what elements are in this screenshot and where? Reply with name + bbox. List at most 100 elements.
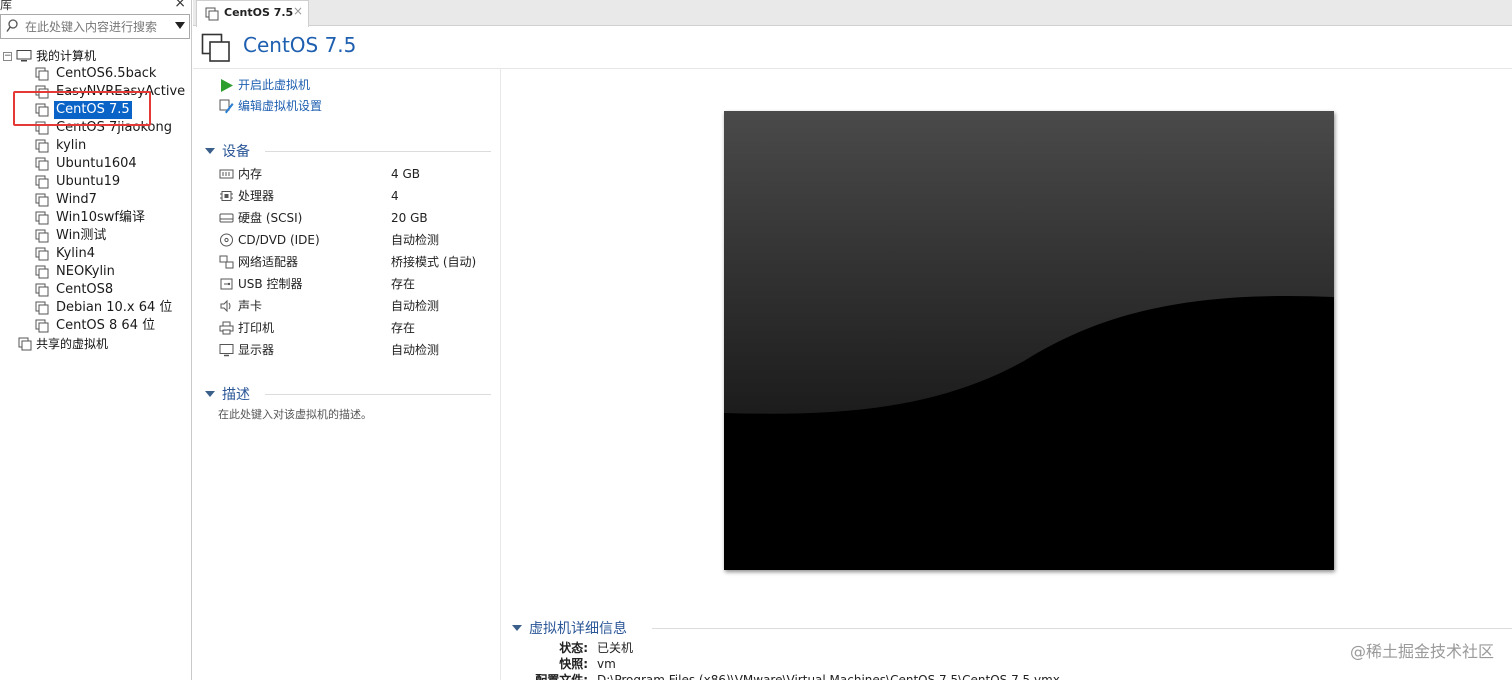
- tree-shared-label: 共享的虚拟机: [36, 337, 109, 351]
- thumbnail-graphic: [724, 111, 1334, 570]
- device-value: 自动检测: [391, 299, 440, 313]
- vm-icon: [35, 139, 49, 153]
- play-icon: [221, 79, 233, 92]
- tree-shared-vms[interactable]: 共享的虚拟机: [0, 335, 190, 353]
- detail-config-key: 配置文件:: [535, 673, 588, 680]
- device-row[interactable]: CD/DVD (IDE) 自动检测: [219, 230, 489, 250]
- vm-icon: [35, 67, 49, 81]
- description-placeholder[interactable]: 在此处键入对该虚拟机的描述。: [218, 406, 372, 422]
- vm-tree-label: NEOKylin: [56, 264, 115, 279]
- vm-tab-icon: [205, 7, 219, 21]
- collapse-toggle-icon[interactable]: −: [3, 52, 12, 61]
- device-row[interactable]: 网络适配器 桥接模式 (自动): [219, 252, 489, 272]
- shared-vm-icon: [18, 337, 32, 351]
- devices-section-header[interactable]: 设备: [205, 141, 495, 161]
- tab-bar: CentOS 7.5 ×: [193, 0, 1512, 27]
- cd-icon: [220, 233, 233, 247]
- description-section-label: 描述: [222, 387, 250, 403]
- device-row[interactable]: 硬盘 (SCSI) 20 GB: [219, 208, 489, 228]
- vm-tree-label: Win10swf编译: [56, 210, 145, 225]
- vm-tree-item[interactable]: Ubuntu1604: [0, 155, 190, 173]
- device-row[interactable]: 声卡 自动检测: [219, 296, 489, 316]
- vm-tree-label: kylin: [56, 138, 87, 153]
- device-value: 4 GB: [391, 167, 420, 181]
- library-title: 库: [0, 0, 13, 12]
- vm-icon: [35, 283, 49, 297]
- collapse-arrow-icon[interactable]: [512, 625, 522, 631]
- search-dropdown-icon[interactable]: [175, 22, 185, 29]
- device-value: 存在: [391, 277, 416, 291]
- vm-tree-label: Ubuntu19: [56, 174, 121, 189]
- device-row[interactable]: 显示器 自动检测: [219, 340, 489, 360]
- vm-icon: [35, 211, 49, 225]
- vm-icon: [35, 175, 49, 189]
- library-panel: 库 × − 我的计算机 CentOS6.5backEasyNVREasyActi…: [0, 0, 192, 680]
- vm-tree-item[interactable]: Ubuntu19: [0, 173, 190, 191]
- vm-icon: [35, 247, 49, 261]
- vm-icon: [35, 319, 49, 333]
- collapse-arrow-icon[interactable]: [205, 391, 215, 397]
- vm-tree-label: Kylin4: [56, 246, 96, 261]
- library-search-box[interactable]: [0, 14, 190, 39]
- vm-tree-label: Win测试: [56, 228, 107, 243]
- vm-preview-pane: 虚拟机详细信息 状态: 已关机 快照: vm 配置文件: D:\Program …: [502, 69, 1512, 680]
- library-search-input[interactable]: [25, 18, 170, 36]
- tree-root-my-computer[interactable]: − 我的计算机: [0, 47, 190, 65]
- vm-tree-item[interactable]: Kylin4: [0, 245, 190, 263]
- description-section-header[interactable]: 描述: [205, 384, 495, 404]
- vm-tree-label: CentOS 8 64 位: [56, 318, 156, 333]
- vm-details-section-header[interactable]: 虚拟机详细信息: [512, 618, 1512, 638]
- device-value: 4: [391, 189, 399, 203]
- device-row[interactable]: 内存 4 GB: [219, 164, 489, 184]
- vm-tree-item[interactable]: Win10swf编译: [0, 209, 190, 227]
- library-header: 库 ×: [0, 0, 192, 13]
- tab-close-icon[interactable]: ×: [293, 4, 303, 18]
- device-name: 内存: [238, 167, 263, 181]
- sound-icon: [220, 299, 231, 313]
- vm-tree-item[interactable]: Debian 10.x 64 位: [0, 299, 190, 317]
- vm-icon: [35, 265, 49, 279]
- device-row[interactable]: 处理器 4: [219, 186, 489, 206]
- device-name: 打印机: [238, 321, 275, 335]
- detail-status-key-cell: 状态:: [502, 640, 588, 656]
- vmware-workstation: 库 × − 我的计算机 CentOS6.5backEasyNVREasyActi…: [0, 0, 1512, 680]
- vm-tree-item[interactable]: Win测试: [0, 227, 190, 245]
- device-value: 自动检测: [391, 233, 440, 247]
- device-row[interactable]: 打印机 存在: [219, 318, 489, 338]
- vm-icon: [35, 301, 49, 315]
- vm-tree-item[interactable]: Wind7: [0, 191, 190, 209]
- vm-tree-label: CentOS8: [56, 282, 114, 297]
- device-name: 声卡: [238, 299, 263, 313]
- vm-tree-item[interactable]: NEOKylin: [0, 263, 190, 281]
- vm-icon: [35, 157, 49, 171]
- device-row[interactable]: USB 控制器 存在: [219, 274, 489, 294]
- devices-section-label: 设备: [222, 144, 250, 160]
- network-icon: [219, 255, 234, 269]
- tab-centos-7-5[interactable]: CentOS 7.5 ×: [196, 0, 309, 27]
- usb-icon: [220, 278, 233, 290]
- device-value: 自动检测: [391, 343, 440, 357]
- device-value: 桥接模式 (自动): [391, 255, 477, 269]
- power-on-label: 开启此虚拟机: [238, 78, 311, 92]
- display-icon: [219, 344, 234, 357]
- vm-tree-label: CentOS6.5back: [56, 66, 157, 81]
- section-divider: [652, 628, 1512, 629]
- collapse-arrow-icon[interactable]: [205, 148, 215, 154]
- device-name: 显示器: [238, 343, 275, 357]
- computer-icon: [16, 50, 32, 62]
- vm-details-label: 虚拟机详细信息: [529, 621, 627, 637]
- disk-icon: [219, 213, 234, 223]
- vm-tree-item[interactable]: CentOS6.5back: [0, 65, 190, 83]
- vm-tree-label: Debian 10.x 64 位: [56, 300, 173, 315]
- vm-tree-item[interactable]: CentOS 8 64 位: [0, 317, 190, 335]
- annotation-highlight-box: [13, 91, 151, 126]
- vm-tree-item[interactable]: kylin: [0, 137, 190, 155]
- vm-tree-item[interactable]: CentOS8: [0, 281, 190, 299]
- vm-summary-page: CentOS 7.5 开启此虚拟机 编辑虚拟机设置 设备 内存 4 GB 处理器…: [193, 27, 1512, 680]
- vm-screen-thumbnail[interactable]: [724, 111, 1334, 570]
- section-divider: [265, 151, 491, 152]
- section-divider: [265, 394, 491, 395]
- detail-snapshot-key-cell: 快照:: [502, 656, 588, 672]
- library-close-button[interactable]: ×: [174, 0, 186, 11]
- device-value: 存在: [391, 321, 416, 335]
